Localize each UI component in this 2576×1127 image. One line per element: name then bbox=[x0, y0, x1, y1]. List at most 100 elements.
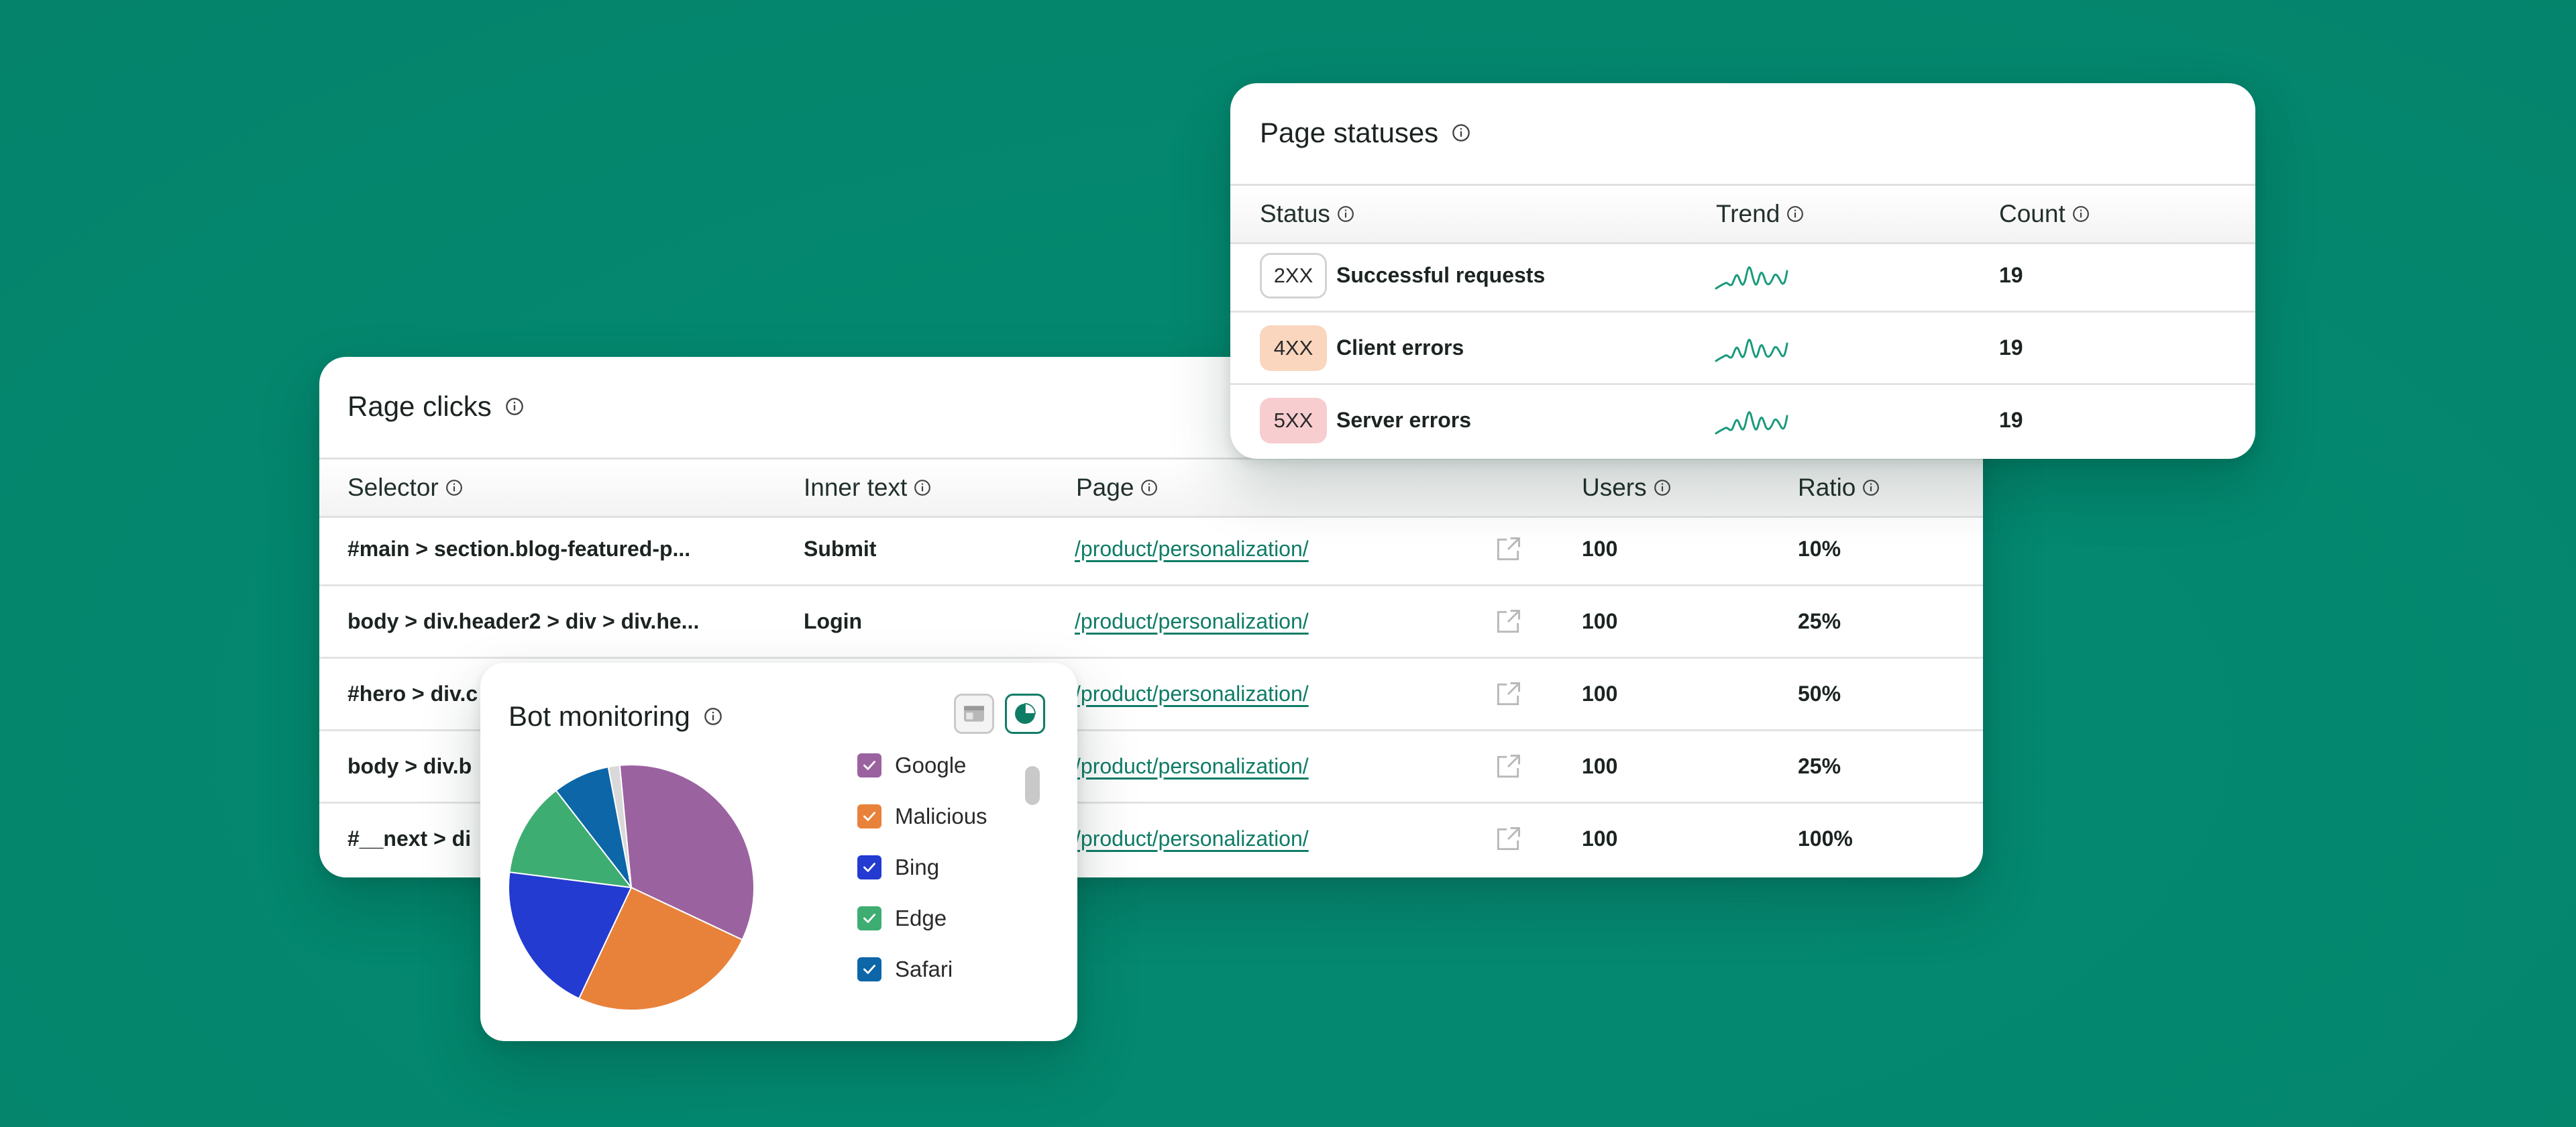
legend-item-edge[interactable]: Edge bbox=[857, 906, 947, 931]
legend-item-safari[interactable]: Safari bbox=[857, 957, 953, 982]
users-cell: 100 bbox=[1582, 682, 1618, 706]
external-link-icon[interactable] bbox=[1493, 752, 1523, 782]
table-row[interactable]: 4XX Client errors 19 bbox=[1230, 313, 2255, 385]
header-label: Users bbox=[1582, 474, 1647, 501]
rage-clicks-header-row: Selector Inner text Page Users Ratio bbox=[319, 458, 1983, 518]
check-icon[interactable] bbox=[857, 957, 881, 981]
selector-cell: #hero > div.c bbox=[347, 682, 478, 706]
legend-item-google[interactable]: Google bbox=[857, 753, 966, 778]
count-cell: 19 bbox=[1999, 335, 2023, 360]
status-badge: 5XX bbox=[1260, 397, 1327, 443]
column-header-inner-text[interactable]: Inner text bbox=[804, 474, 931, 502]
table-row[interactable]: 2XX Successful requests 19 bbox=[1230, 240, 2255, 313]
trend-sparkline bbox=[1715, 411, 1788, 434]
count-cell: 19 bbox=[1999, 263, 2023, 287]
page-statuses-body: 2XX Successful requests 19 4XX Client er… bbox=[1230, 240, 2255, 459]
table-view-button[interactable] bbox=[954, 694, 994, 734]
header-label: Selector bbox=[347, 474, 439, 501]
info-icon[interactable] bbox=[1654, 479, 1671, 496]
info-icon[interactable] bbox=[704, 707, 722, 726]
page-statuses-card: Page statuses Status Trend Count 2XX Suc… bbox=[1230, 83, 2255, 459]
page-statuses-title-text: Page statuses bbox=[1260, 117, 1439, 148]
count-cell: 19 bbox=[1999, 408, 2023, 432]
info-icon[interactable] bbox=[1337, 205, 1354, 223]
column-header-users[interactable]: Users bbox=[1582, 474, 1671, 502]
ratio-cell: 25% bbox=[1798, 754, 1841, 778]
external-link-icon[interactable] bbox=[1493, 824, 1523, 854]
header-label: Count bbox=[1999, 200, 2065, 227]
info-icon[interactable] bbox=[1140, 479, 1158, 496]
header-label: Page bbox=[1076, 474, 1134, 501]
bot-share-pie-chart bbox=[508, 764, 755, 1011]
check-icon[interactable] bbox=[857, 906, 881, 930]
check-icon[interactable] bbox=[857, 804, 881, 828]
legend-label: Safari bbox=[895, 957, 953, 981]
page-link[interactable]: /product/personalization/ bbox=[1075, 609, 1309, 634]
bot-monitoring-card: Bot monitoring Google Malicious Bing Edg… bbox=[480, 663, 1077, 1041]
legend-label: Bing bbox=[895, 855, 940, 879]
selector-cell: body > div.b bbox=[347, 754, 472, 778]
check-icon[interactable] bbox=[857, 753, 881, 777]
table-view-icon bbox=[964, 706, 984, 722]
page-link[interactable]: /product/personalization/ bbox=[1075, 682, 1309, 706]
column-header-ratio[interactable]: Ratio bbox=[1798, 474, 1880, 502]
trend-sparkline bbox=[1715, 266, 1788, 289]
check-icon[interactable] bbox=[857, 855, 881, 879]
users-cell: 100 bbox=[1582, 609, 1618, 633]
column-header-status[interactable]: Status bbox=[1260, 200, 1354, 228]
pie-view-button[interactable] bbox=[1005, 694, 1045, 734]
bot-legend: Google Malicious Bing Edge Safari bbox=[857, 753, 1059, 1021]
page-link[interactable]: /product/personalization/ bbox=[1075, 754, 1309, 779]
legend-item-malicious[interactable]: Malicious bbox=[857, 804, 987, 829]
column-header-page[interactable]: Page bbox=[1076, 474, 1158, 502]
status-label: Successful requests bbox=[1336, 263, 1546, 287]
page-statuses-header-row: Status Trend Count bbox=[1230, 184, 2255, 244]
status-badge: 2XX bbox=[1260, 252, 1327, 299]
legend-label: Google bbox=[895, 753, 967, 777]
bot-monitoring-title-text: Bot monitoring bbox=[508, 700, 690, 732]
selector-cell: #main > section.blog-featured-p... bbox=[347, 537, 691, 561]
info-icon[interactable] bbox=[505, 397, 524, 416]
column-header-selector[interactable]: Selector bbox=[347, 474, 463, 502]
legend-label: Malicious bbox=[895, 804, 987, 828]
legend-item-bing[interactable]: Bing bbox=[857, 855, 939, 880]
external-link-icon[interactable] bbox=[1493, 535, 1523, 564]
selector-cell: body > div.header2 > div > div.he... bbox=[347, 609, 700, 633]
table-row[interactable]: #main > section.blog-featured-p... Submi… bbox=[319, 514, 1983, 586]
ratio-cell: 10% bbox=[1798, 537, 1841, 561]
info-icon[interactable] bbox=[445, 479, 463, 496]
rage-clicks-title-text: Rage clicks bbox=[347, 390, 492, 422]
status-label: Server errors bbox=[1336, 408, 1472, 432]
column-header-trend[interactable]: Trend bbox=[1716, 200, 1804, 228]
ratio-cell: 25% bbox=[1798, 609, 1841, 633]
external-link-icon[interactable] bbox=[1493, 680, 1523, 709]
page-statuses-title: Page statuses bbox=[1260, 117, 1470, 149]
external-link-icon[interactable] bbox=[1493, 607, 1523, 637]
rage-clicks-title: Rage clicks bbox=[347, 390, 524, 423]
info-icon[interactable] bbox=[914, 479, 931, 496]
table-row[interactable]: body > div.header2 > div > div.he... Log… bbox=[319, 586, 1983, 659]
column-header-count[interactable]: Count bbox=[1999, 200, 2090, 228]
bot-monitoring-title: Bot monitoring bbox=[508, 700, 722, 733]
ratio-cell: 50% bbox=[1798, 682, 1841, 706]
legend-label: Edge bbox=[895, 906, 947, 930]
users-cell: 100 bbox=[1582, 754, 1618, 778]
header-label: Trend bbox=[1716, 200, 1780, 227]
ratio-cell: 100% bbox=[1798, 826, 1853, 851]
info-icon[interactable] bbox=[1786, 205, 1804, 223]
header-label: Inner text bbox=[804, 474, 908, 501]
users-cell: 100 bbox=[1582, 537, 1618, 561]
table-row[interactable]: 5XX Server errors 19 bbox=[1230, 385, 2255, 455]
page-link[interactable]: /product/personalization/ bbox=[1075, 826, 1309, 851]
trend-sparkline bbox=[1715, 338, 1788, 362]
status-badge: 4XX bbox=[1260, 325, 1327, 371]
page-link[interactable]: /product/personalization/ bbox=[1075, 537, 1309, 561]
info-icon[interactable] bbox=[1862, 479, 1880, 496]
info-icon[interactable] bbox=[2072, 205, 2090, 223]
inner-text-cell: Login bbox=[804, 609, 863, 633]
selector-cell: #__next > di bbox=[347, 826, 472, 851]
inner-text-cell: Submit bbox=[804, 537, 877, 561]
legend-scrollbar[interactable] bbox=[1025, 766, 1040, 805]
info-icon[interactable] bbox=[1452, 123, 1470, 142]
header-label: Ratio bbox=[1798, 474, 1856, 501]
